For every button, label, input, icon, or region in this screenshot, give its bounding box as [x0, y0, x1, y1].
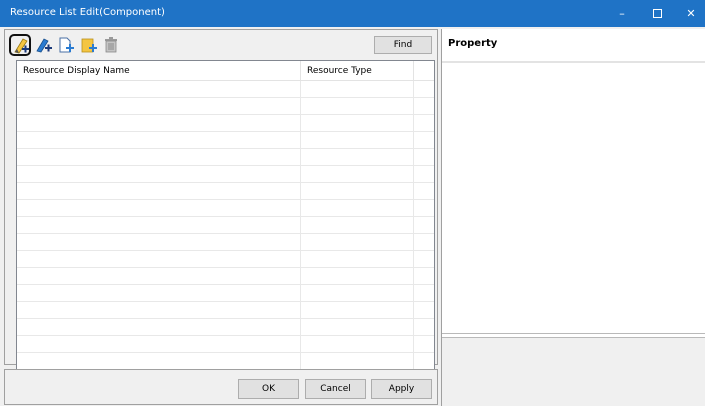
resource-grid[interactable]: Resource Display Name Resource Type — [16, 60, 435, 387]
table-cell-display-name[interactable] — [17, 285, 301, 301]
table-cell-display-name[interactable] — [17, 81, 301, 97]
property-title: Property — [448, 38, 498, 49]
table-cell-display-name[interactable] — [17, 336, 301, 352]
table-row[interactable] — [17, 98, 434, 115]
column-header-resource-display-name[interactable]: Resource Display Name — [17, 61, 301, 81]
table-row[interactable] — [17, 268, 434, 285]
table-row[interactable] — [17, 132, 434, 149]
table-cell-resource-type[interactable] — [301, 149, 414, 165]
close-button[interactable]: ✕ — [674, 0, 705, 27]
apply-button[interactable]: Apply — [371, 379, 432, 399]
ok-button[interactable]: OK — [238, 379, 299, 399]
table-cell-resource-type[interactable] — [301, 285, 414, 301]
table-cell-resource-type[interactable] — [301, 200, 414, 216]
add-folder-button[interactable] — [78, 34, 100, 56]
property-description-area — [442, 337, 705, 406]
table-cell-resource-type[interactable] — [301, 115, 414, 131]
table-cell-display-name[interactable] — [17, 183, 301, 199]
table-cell-resource-type[interactable] — [301, 98, 414, 114]
table-cell-resource-type[interactable] — [301, 353, 414, 369]
table-cell-resource-type[interactable] — [301, 251, 414, 267]
table-cell-display-name[interactable] — [17, 353, 301, 369]
minimize-button[interactable]: – — [605, 0, 639, 27]
table-cell-resource-type[interactable] — [301, 81, 414, 97]
trash-icon — [105, 37, 117, 53]
table-cell-display-name[interactable] — [17, 132, 301, 148]
table-cell-resource-type[interactable] — [301, 132, 414, 148]
table-cell-resource-type[interactable] — [301, 183, 414, 199]
delete-button[interactable] — [100, 34, 122, 56]
add-resource-blue-icon — [36, 38, 52, 53]
table-cell-display-name[interactable] — [17, 319, 301, 335]
table-row[interactable] — [17, 200, 434, 217]
table-cell-display-name[interactable] — [17, 200, 301, 216]
table-row[interactable] — [17, 166, 434, 183]
minimize-icon: – — [619, 7, 625, 20]
table-cell-resource-type[interactable] — [301, 336, 414, 352]
table-row[interactable] — [17, 217, 434, 234]
property-grid[interactable] — [442, 63, 705, 334]
dialog-button-bar: OK Cancel Apply — [4, 369, 438, 405]
table-row[interactable] — [17, 353, 434, 370]
table-cell-resource-type[interactable] — [301, 268, 414, 284]
window-title: Resource List Edit(Component) — [10, 7, 165, 18]
cancel-button[interactable]: Cancel — [305, 379, 366, 399]
table-row[interactable] — [17, 336, 434, 353]
table-cell-display-name[interactable] — [17, 268, 301, 284]
add-resource-blue-button[interactable] — [33, 34, 55, 56]
table-cell-resource-type[interactable] — [301, 319, 414, 335]
title-bar: Resource List Edit(Component) – ✕ — [0, 0, 705, 27]
close-icon: ✕ — [686, 7, 696, 20]
new-item-button[interactable] — [55, 34, 77, 56]
find-button[interactable]: Find — [374, 36, 432, 54]
add-resource-button[interactable] — [9, 34, 31, 56]
add-resource-icon — [14, 38, 29, 54]
maximize-icon — [652, 8, 662, 18]
table-cell-display-name[interactable] — [17, 302, 301, 318]
table-cell-display-name[interactable] — [17, 251, 301, 267]
table-cell-resource-type[interactable] — [301, 166, 414, 182]
maximize-button[interactable] — [640, 0, 674, 27]
table-row[interactable] — [17, 183, 434, 200]
table-cell-display-name[interactable] — [17, 115, 301, 131]
column-header-resource-type[interactable]: Resource Type — [301, 61, 414, 81]
table-cell-display-name[interactable] — [17, 234, 301, 250]
property-panel: Property — [441, 29, 705, 406]
table-row[interactable] — [17, 285, 434, 302]
table-row[interactable] — [17, 302, 434, 319]
table-cell-resource-type[interactable] — [301, 302, 414, 318]
table-row[interactable] — [17, 319, 434, 336]
table-cell-display-name[interactable] — [17, 98, 301, 114]
table-cell-resource-type[interactable] — [301, 217, 414, 233]
table-row[interactable] — [17, 234, 434, 251]
table-cell-display-name[interactable] — [17, 149, 301, 165]
table-cell-display-name[interactable] — [17, 217, 301, 233]
grid-header: Resource Display Name Resource Type — [17, 61, 434, 81]
table-row[interactable] — [17, 81, 434, 98]
table-row[interactable] — [17, 251, 434, 268]
new-document-icon — [59, 37, 74, 53]
resource-list-panel: Find Resource Display Name Resource Type — [4, 29, 438, 387]
table-row[interactable] — [17, 115, 434, 132]
table-cell-resource-type[interactable] — [301, 234, 414, 250]
toolbar — [9, 34, 129, 58]
add-folder-icon — [81, 38, 97, 53]
table-row[interactable] — [17, 149, 434, 166]
table-cell-display-name[interactable] — [17, 166, 301, 182]
